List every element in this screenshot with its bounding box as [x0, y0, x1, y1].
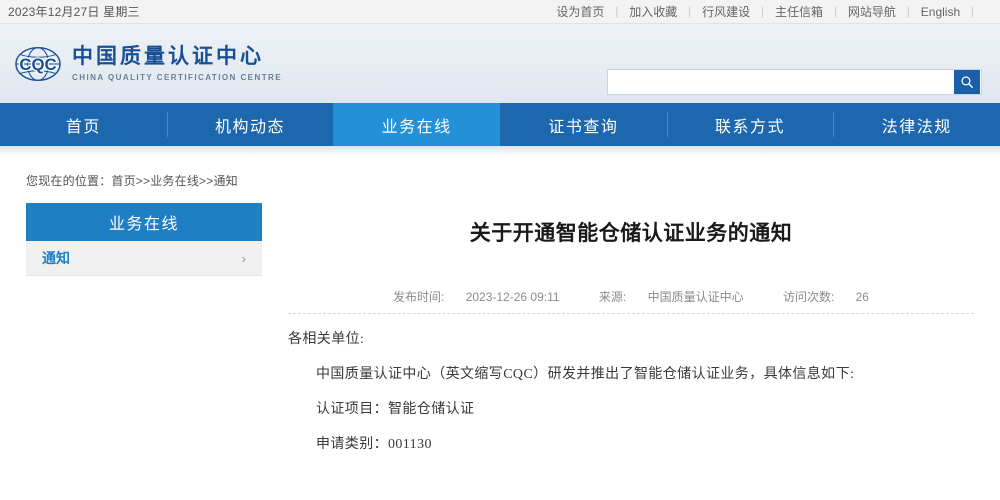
nav-item-laws-regulations[interactable]: 法律法规 [833, 103, 1000, 146]
cqc-globe-logo-icon: CQC [14, 40, 62, 88]
logo-title-cn: 中国质量认证中心 [72, 45, 282, 69]
article-paragraph: 认证项目：智能仓储认证 [288, 403, 974, 417]
article-content: 关于开通智能仓储认证业务的通知 发布时间: 2023-12-26 09:11 来… [262, 203, 1000, 473]
top-link-site-navigation[interactable]: 网站导航 [837, 3, 907, 20]
views-label: 访问次数: [783, 290, 834, 304]
sidebar: 业务在线 通知 › [26, 203, 262, 473]
top-link-english[interactable]: English [910, 5, 971, 19]
nav-item-contact[interactable]: 联系方式 [667, 103, 834, 146]
nav-item-home[interactable]: 首页 [0, 103, 167, 146]
top-link-set-homepage[interactable]: 设为首页 [545, 3, 615, 20]
nav-item-business-online[interactable]: 业务在线 [333, 103, 500, 146]
top-link-add-favorite[interactable]: 加入收藏 [618, 3, 688, 20]
breadcrumb: 您现在的位置：首页>>业务在线>>通知 [0, 156, 1000, 189]
nav-shadow-strip [0, 146, 1000, 156]
top-link-conduct-construction[interactable]: 行风建设 [691, 3, 761, 20]
content-columns: 业务在线 通知 › 关于开通智能仓储认证业务的通知 发布时间: 2023-12-… [0, 189, 1000, 473]
site-header: CQC 中国质量认证中心 CHINA QUALITY CERTIFICATION… [0, 24, 1000, 103]
search-icon [960, 75, 974, 89]
search-box[interactable] [607, 69, 982, 95]
source-label: 来源: [599, 290, 626, 304]
breadcrumb-path[interactable]: 首页>>业务在线>>通知 [111, 174, 237, 188]
article-meta: 发布时间: 2023-12-26 09:11 来源: 中国质量认证中心 访问次数… [288, 288, 974, 305]
publish-time-label: 发布时间: [393, 290, 444, 304]
site-logo[interactable]: CQC 中国质量认证中心 CHINA QUALITY CERTIFICATION… [0, 40, 282, 88]
logo-text-block: 中国质量认证中心 CHINA QUALITY CERTIFICATION CEN… [72, 45, 282, 81]
sidebar-item-notice[interactable]: 通知 › [26, 241, 262, 276]
source-value: 中国质量认证中心 [648, 290, 744, 304]
article-body: 各相关单位: 中国质量认证中心（英文缩写CQC）研发并推出了智能仓储认证业务，具… [288, 314, 974, 452]
svg-text:CQC: CQC [19, 54, 56, 73]
top-link-director-mailbox[interactable]: 主任信箱 [764, 3, 834, 20]
main-navigation: 首页 机构动态 业务在线 证书查询 联系方式 法律法规 [0, 103, 1000, 146]
publish-time-value: 2023-12-26 09:11 [466, 290, 560, 304]
view-count: 访问次数: 26 [774, 290, 878, 304]
page-body: 您现在的位置：首页>>业务在线>>通知 业务在线 通知 › 关于开通智能仓储认证… [0, 156, 1000, 473]
chevron-right-icon: › [242, 251, 246, 266]
article-paragraph: 各相关单位: [288, 333, 974, 347]
logo-title-en: CHINA QUALITY CERTIFICATION CENTRE [72, 73, 282, 82]
page-title: 关于开通智能仓储认证业务的通知 [288, 203, 974, 247]
nav-item-certificate-query[interactable]: 证书查询 [500, 103, 667, 146]
top-link-separator: | [971, 6, 974, 18]
search-input[interactable] [608, 70, 954, 94]
breadcrumb-prefix: 您现在的位置： [26, 174, 111, 188]
sidebar-title: 业务在线 [26, 203, 262, 241]
current-date: 2023年12月27日 星期三 [8, 3, 140, 20]
article-source: 来源: 中国质量认证中心 [590, 290, 753, 304]
article-paragraph: 中国质量认证中心（英文缩写CQC）研发并推出了智能仓储认证业务，具体信息如下: [288, 368, 974, 382]
views-value: 26 [856, 290, 869, 304]
publish-time: 发布时间: 2023-12-26 09:11 [384, 290, 569, 304]
nav-item-org-news[interactable]: 机构动态 [167, 103, 334, 146]
sidebar-item-label: 通知 [42, 248, 70, 268]
article-paragraph: 申请类别：001130 [288, 438, 974, 452]
top-utility-bar: 2023年12月27日 星期三 设为首页 | 加入收藏 | 行风建设 | 主任信… [0, 0, 1000, 24]
top-links-group: 设为首页 | 加入收藏 | 行风建设 | 主任信箱 | 网站导航 | Engli… [545, 3, 974, 20]
search-button[interactable] [954, 70, 980, 94]
